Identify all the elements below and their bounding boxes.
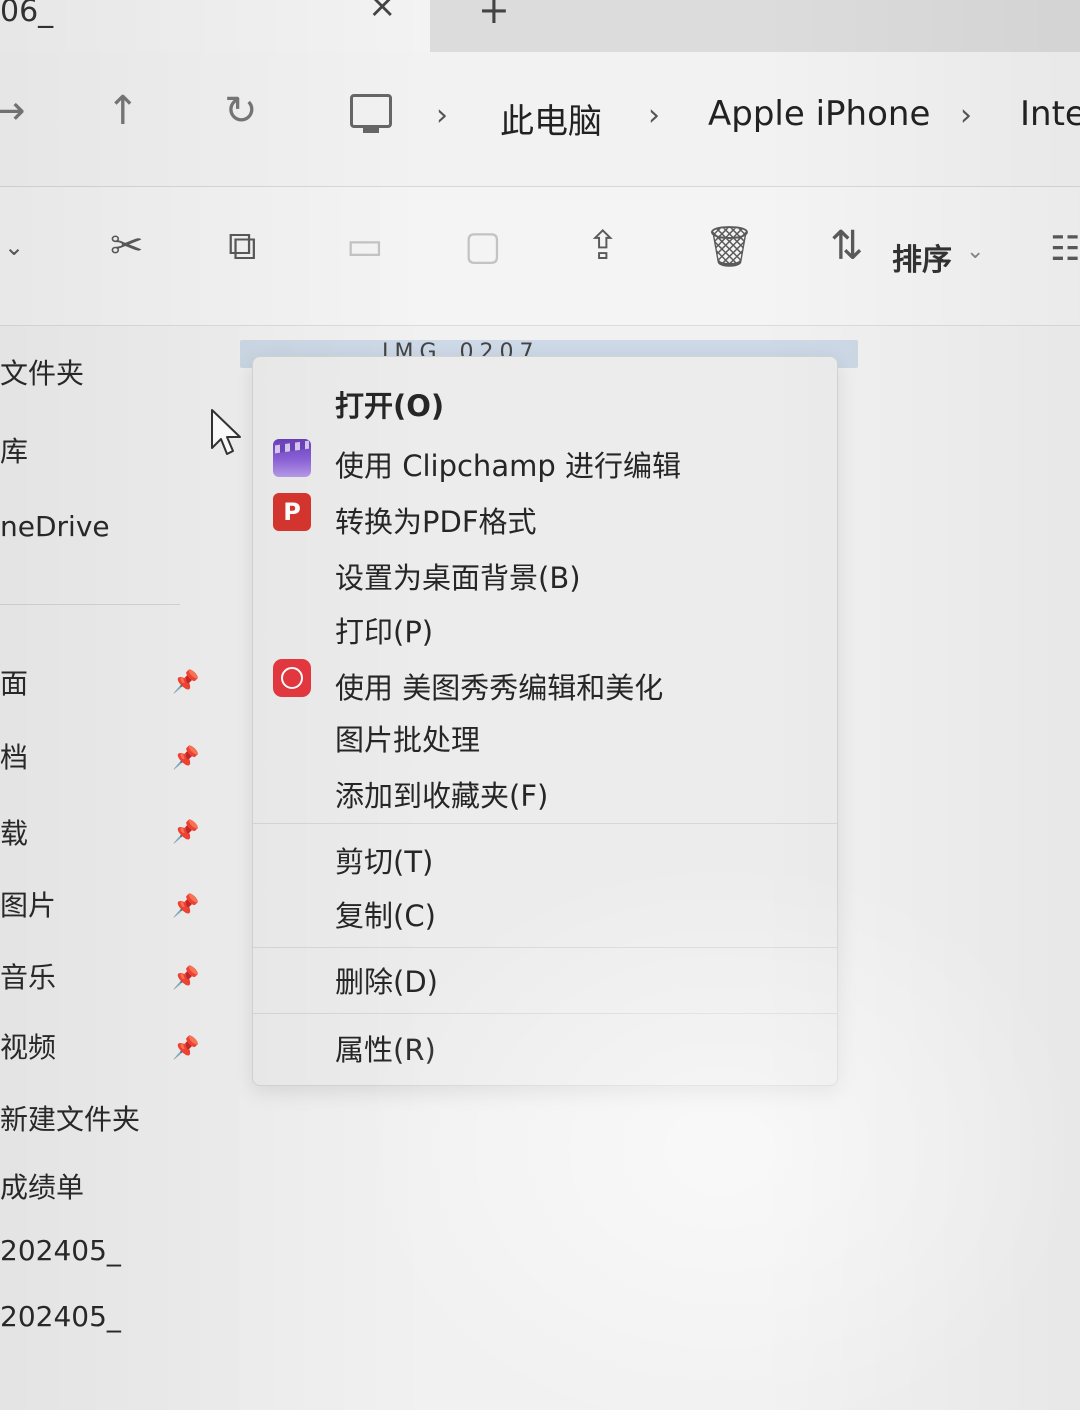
breadcrumb: › 此电脑 › Apple iPhone › Inte [350, 94, 1080, 154]
chevron-right-icon[interactable]: › [648, 98, 660, 133]
breadcrumb-apple-iphone[interactable]: Apple iPhone [708, 94, 930, 134]
sidebar-item-folder[interactable]: 文件夹 [0, 352, 84, 392]
menu-separator [253, 1013, 837, 1014]
pin-icon: 📌 [172, 820, 200, 845]
breadcrumb-this-pc[interactable]: 此电脑 [500, 94, 602, 143]
close-tab-icon[interactable]: × [368, 0, 397, 26]
sort-button[interactable]: 排序 [892, 235, 952, 279]
sidebar-item-desktop[interactable]: 面 [0, 662, 28, 702]
pin-icon: 📌 [172, 966, 200, 991]
refresh-icon[interactable]: ↻ [224, 88, 258, 134]
sidebar-item-music[interactable]: 音乐 [0, 956, 56, 996]
menu-item-add-favorites[interactable]: 添加到收藏夹(F) [335, 773, 548, 815]
menu-item-set-wallpaper[interactable]: 设置为桌面背景(B) [335, 555, 581, 597]
chevron-right-icon[interactable]: › [436, 98, 448, 133]
chevron-right-icon[interactable]: › [960, 98, 972, 133]
menu-item-edit-clipchamp[interactable]: 使用 Clipchamp 进行编辑 [335, 443, 681, 485]
cut-icon[interactable]: ✂ [110, 223, 144, 269]
sidebar-item-202405-a[interactable]: 202405_ [0, 1234, 121, 1267]
menu-separator [253, 823, 837, 824]
menu-item-cut[interactable]: 剪切(T) [335, 839, 433, 881]
sidebar-item-videos[interactable]: 视频 [0, 1026, 56, 1066]
tab-title[interactable]: 06_ [0, 0, 53, 29]
pin-icon: 📌 [172, 670, 200, 695]
rename-icon[interactable]: ▢ [464, 223, 502, 269]
mouse-cursor-icon [211, 409, 241, 455]
share-icon[interactable]: ⇪ [586, 223, 620, 269]
view-icon[interactable]: ☷ [1050, 229, 1080, 269]
pin-icon: 📌 [172, 746, 200, 771]
pdf-convert-icon: P [273, 493, 311, 531]
sidebar-item-pictures[interactable]: 图片 [0, 884, 56, 924]
sidebar-item-downloads[interactable]: 载 [0, 812, 28, 852]
navigation-pane: 文件夹 库 neDrive 面 📌 档 📌 载 📌 图片 📌 音乐 📌 视频 📌… [0, 326, 240, 1410]
address-bar: → ↑ ↻ › 此电脑 › Apple iPhone › Inte [0, 52, 1080, 187]
breadcrumb-internal-storage[interactable]: Inte [1020, 94, 1080, 134]
chevron-down-icon[interactable]: ⌄ [966, 239, 984, 264]
tab-bar: 06_ × + [0, 0, 1080, 52]
menu-item-delete[interactable]: 删除(D) [335, 959, 438, 1001]
chevron-down-icon[interactable]: ⌄ [4, 233, 24, 261]
menu-item-properties[interactable]: 属性(R) [335, 1027, 436, 1069]
context-menu: 打开(O) 使用 Clipchamp 进行编辑 P 转换为PDF格式 设置为桌面… [252, 356, 838, 1086]
sidebar-item-new-folder[interactable]: 新建文件夹 [0, 1098, 140, 1138]
pin-icon: 📌 [172, 894, 200, 919]
menu-separator [253, 947, 837, 948]
sidebar-item-onedrive[interactable]: neDrive [0, 510, 110, 543]
sidebar-item-transcript[interactable]: 成绩单 [0, 1166, 84, 1206]
pin-icon: 📌 [172, 1036, 200, 1061]
delete-icon[interactable]: 🗑 [704, 223, 755, 270]
paste-icon[interactable]: ▭ [346, 223, 384, 269]
sidebar-item-202405-b[interactable]: 202405_ [0, 1300, 121, 1333]
menu-item-copy[interactable]: 复制(C) [335, 893, 436, 935]
copy-icon[interactable]: ⧉ [228, 223, 257, 269]
clipchamp-icon [273, 439, 311, 477]
sidebar-item-documents[interactable]: 档 [0, 736, 28, 776]
up-icon[interactable]: ↑ [106, 88, 140, 134]
active-tab[interactable]: 06_ × [0, 0, 430, 52]
forward-icon[interactable]: → [0, 88, 26, 134]
sort-icon[interactable]: ⇅ [830, 223, 864, 269]
sidebar-item-library[interactable]: 库 [0, 430, 28, 470]
command-toolbar: ⌄ ✂ ⧉ ▭ ▢ ⇪ 🗑 ⇅ 排序 ⌄ ☷ [0, 187, 1080, 326]
menu-item-batch-process[interactable]: 图片批处理 [335, 717, 480, 759]
computer-icon[interactable] [350, 94, 392, 133]
meitu-icon [273, 659, 311, 697]
menu-item-open[interactable]: 打开(O) [335, 383, 444, 425]
new-tab-icon[interactable]: + [478, 0, 510, 32]
sidebar-divider [0, 604, 180, 605]
menu-item-print[interactable]: 打印(P) [335, 609, 433, 651]
menu-item-edit-meitu[interactable]: 使用 美图秀秀编辑和美化 [335, 665, 663, 707]
menu-item-convert-pdf[interactable]: 转换为PDF格式 [335, 499, 537, 541]
